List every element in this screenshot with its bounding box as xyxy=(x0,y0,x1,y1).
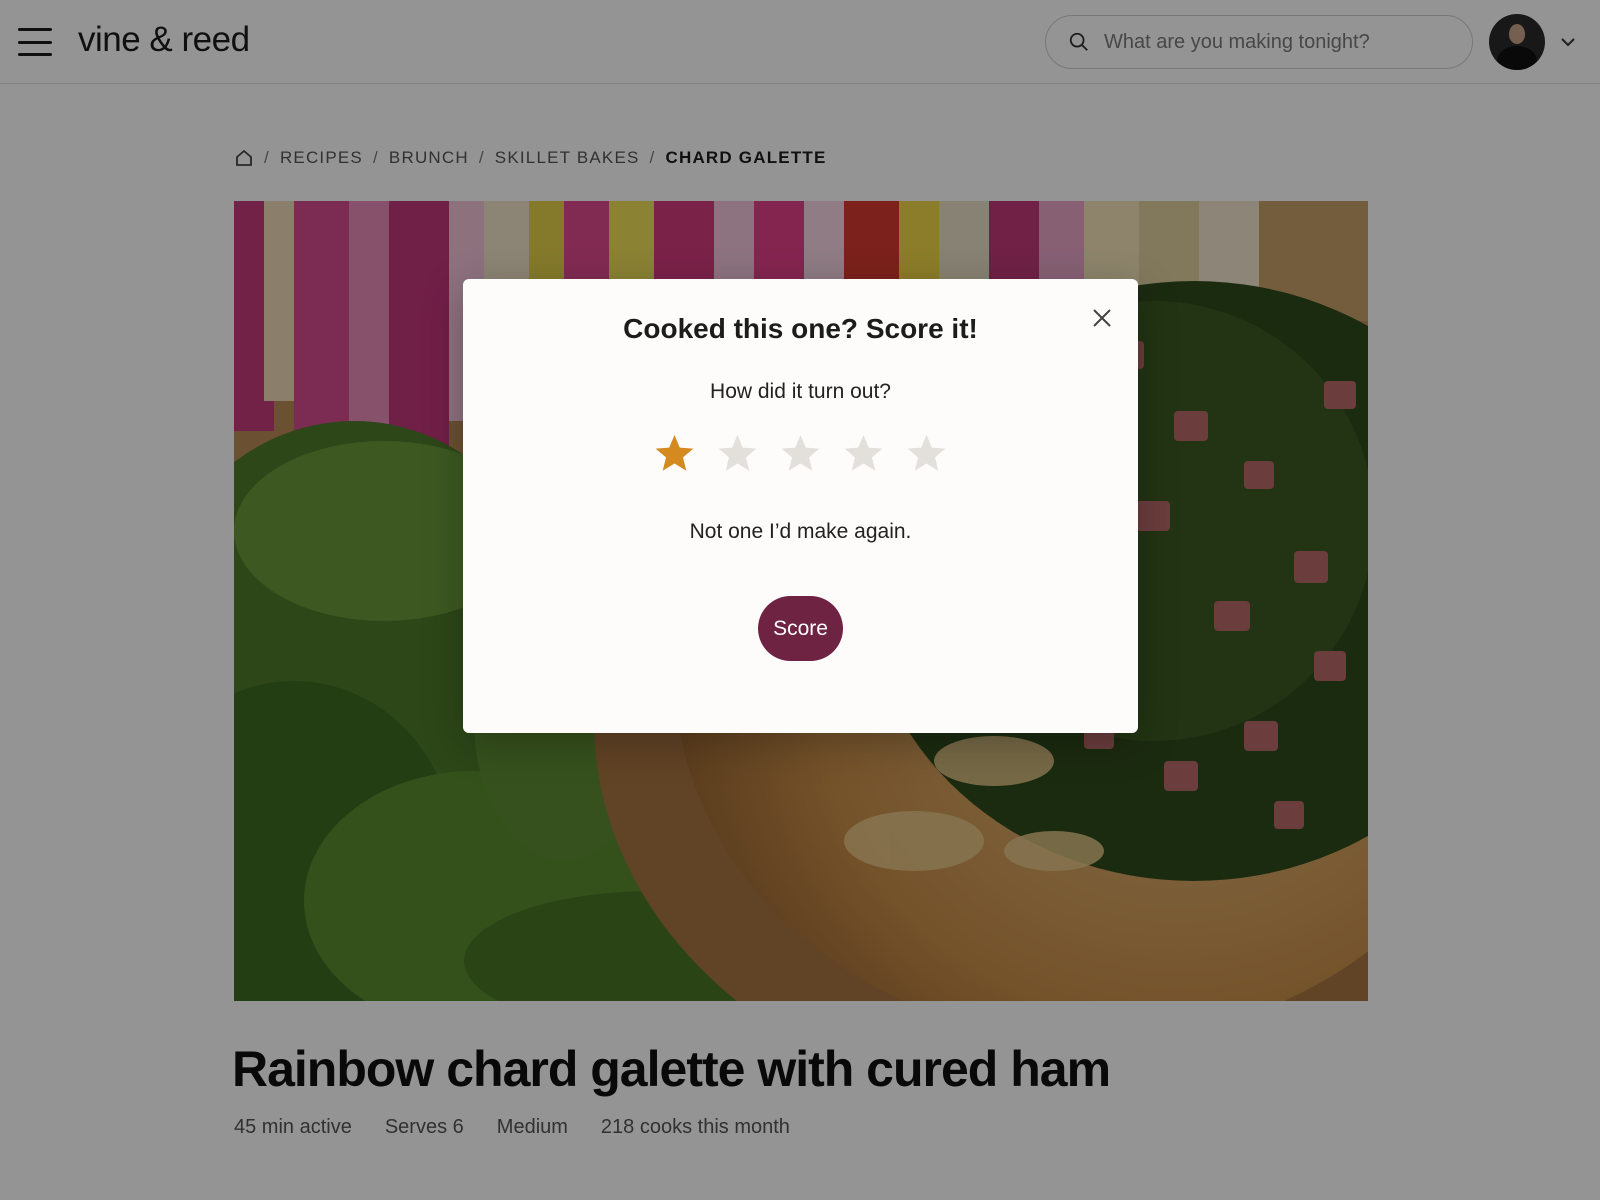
star-icon-3[interactable] xyxy=(780,433,821,474)
star-icon-2[interactable] xyxy=(717,433,758,474)
close-icon[interactable] xyxy=(1089,305,1115,331)
rating-modal: Cooked this one? Score it! How did it tu… xyxy=(463,279,1138,733)
rating-feedback: Not one I’d make again. xyxy=(689,520,912,543)
score-button[interactable]: Score xyxy=(758,596,843,661)
modal-title: Cooked this one? Score it! xyxy=(623,313,978,344)
star-icon-1[interactable] xyxy=(654,433,695,474)
star-icon-5[interactable] xyxy=(906,433,947,474)
star-rating xyxy=(463,433,1138,474)
star-icon-4[interactable] xyxy=(843,433,884,474)
modal-prompt: How did it turn out? xyxy=(710,380,891,403)
